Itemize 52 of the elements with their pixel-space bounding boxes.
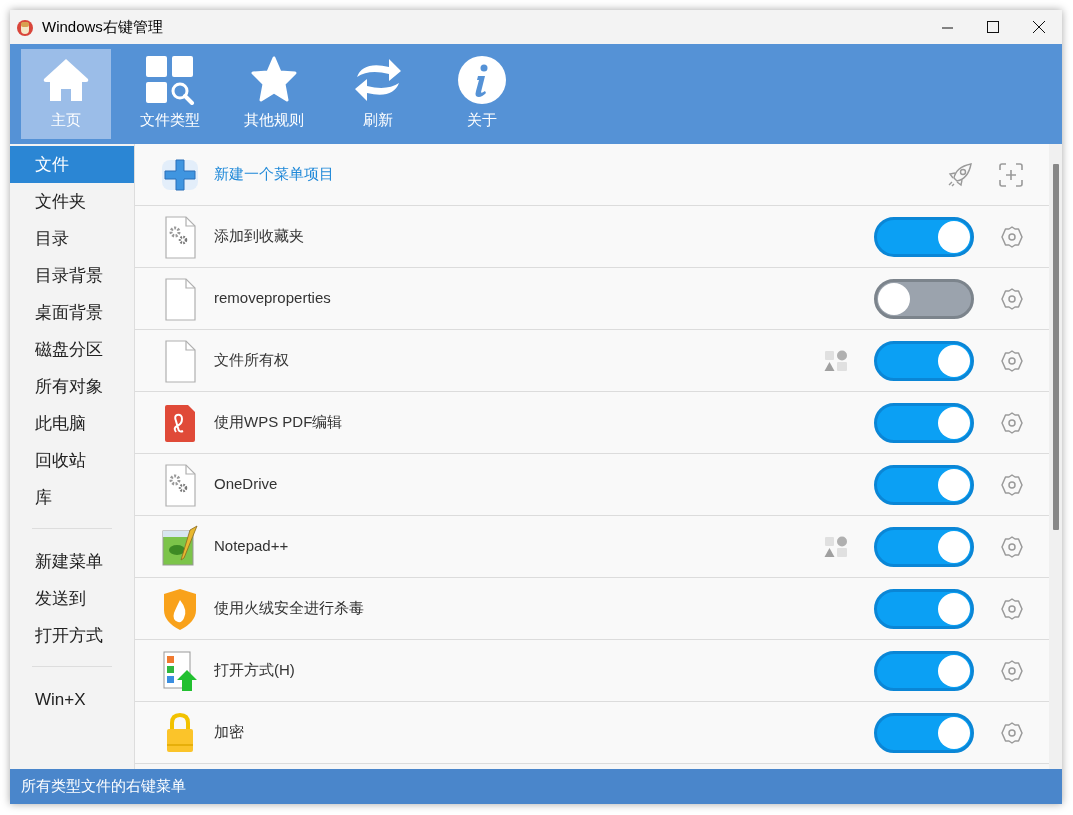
toggle-switch[interactable] (874, 340, 974, 381)
sidebar-item[interactable]: 所有对象 (10, 368, 134, 405)
sidebar-item[interactable]: 回收站 (10, 442, 134, 479)
menu-item-label: 使用WPS PDF编辑 (214, 412, 343, 433)
add-icon[interactable] (998, 161, 1024, 188)
menu-item-label: 打开方式(H) (214, 660, 295, 681)
status-text: 所有类型文件的右键菜单 (21, 776, 186, 797)
sidebar-item[interactable]: 目录 (10, 220, 134, 257)
settings-icon[interactable] (1000, 286, 1024, 311)
sidebar-item[interactable]: 目录背景 (10, 257, 134, 294)
settings-icon[interactable] (1000, 348, 1024, 373)
toggle-switch[interactable] (874, 402, 974, 443)
sidebar-item[interactable]: 磁盘分区 (10, 331, 134, 368)
settings-icon[interactable] (1000, 534, 1024, 559)
settings-icon[interactable] (1000, 410, 1024, 435)
rocket-icon[interactable] (946, 160, 974, 189)
info-icon (457, 55, 507, 105)
sidebar-item[interactable]: Win+X (10, 681, 134, 718)
scrollbar[interactable] (1049, 144, 1062, 769)
menu-item-label: removeproperties (214, 288, 331, 309)
menu-item-label: Notepad++ (214, 536, 289, 557)
settings-icon[interactable] (1000, 658, 1024, 683)
toggle-switch[interactable] (874, 464, 974, 505)
sidebar-item[interactable]: 此电脑 (10, 405, 134, 442)
sidebar-item[interactable]: 文件 (10, 146, 134, 183)
sidebar-item[interactable]: 库 (10, 479, 134, 516)
app-logo-icon (16, 17, 34, 37)
menu-item-label: OneDrive (214, 474, 278, 495)
menu-item-label: 使用火绒安全进行杀毒 (214, 598, 364, 619)
sidebar-item[interactable]: 打开方式 (10, 617, 134, 654)
toggle-switch[interactable] (874, 588, 974, 629)
window-title: Windows右键管理 (42, 16, 163, 37)
sidebar-item[interactable]: 新建菜单 (10, 543, 134, 580)
toggle-switch[interactable] (874, 216, 974, 257)
settings-icon[interactable] (1000, 596, 1024, 621)
maximize-icon (987, 21, 999, 33)
toggle-switch[interactable] (874, 278, 974, 319)
sidebar-item[interactable]: 文件夹 (10, 183, 134, 220)
toggle-switch[interactable] (874, 712, 974, 753)
sidebar-item[interactable]: 桌面背景 (10, 294, 134, 331)
menu-item-label: 加密 (214, 722, 244, 743)
menu-item-label: 添加到收藏夹 (214, 226, 304, 247)
settings-icon[interactable] (1000, 472, 1024, 497)
settings-icon[interactable] (1000, 224, 1024, 249)
settings-icon[interactable] (1000, 720, 1024, 745)
menu-item-label: 文件所有权 (214, 350, 289, 371)
toggle-switch[interactable] (874, 650, 974, 691)
close-icon (1033, 21, 1045, 33)
toggle-switch[interactable] (874, 526, 974, 567)
sidebar-item[interactable]: 发送到 (10, 580, 134, 617)
grid-search-icon (145, 55, 195, 105)
new-item-label: 新建一个菜单项目 (214, 164, 334, 185)
